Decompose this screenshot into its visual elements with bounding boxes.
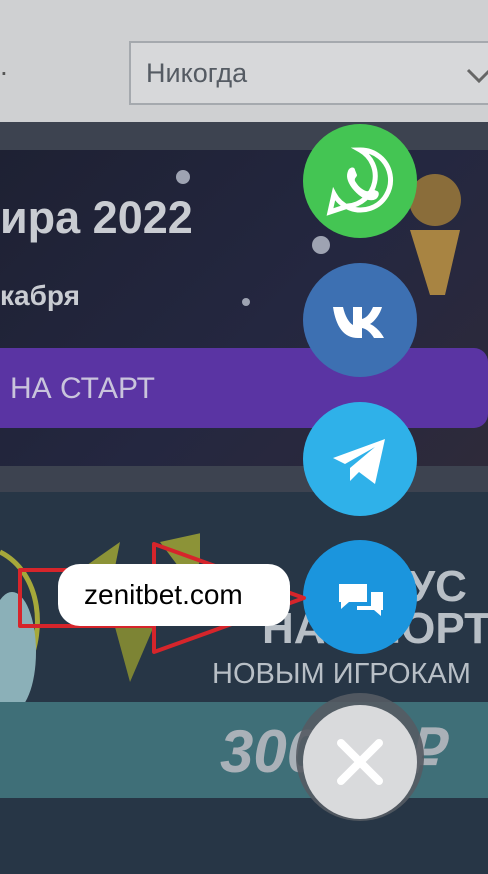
event-date: кабря — [0, 280, 80, 311]
chevron-down-icon — [466, 68, 488, 84]
bokeh-light — [176, 170, 190, 184]
bonus-subheading: НОВЫМ ИГРОКАМ — [212, 658, 471, 690]
bokeh-light — [242, 298, 250, 306]
chat-button[interactable] — [303, 540, 417, 654]
whatsapp-icon — [326, 147, 393, 216]
close-button[interactable] — [303, 705, 417, 819]
bokeh-light — [312, 236, 330, 254]
event-title: ира 2022 — [0, 192, 193, 243]
settings-bar: . Никогда — [0, 0, 488, 123]
frequency-select[interactable]: Никогда — [129, 41, 488, 105]
close-icon — [337, 739, 383, 785]
site-label: zenitbet.com — [58, 564, 290, 626]
telegram-button[interactable] — [303, 402, 417, 516]
start-button-label: НА СТАРТ — [10, 372, 156, 405]
chat-icon — [339, 584, 383, 616]
frequency-select-value: Никогда — [146, 58, 248, 88]
settings-label-fragment: . — [0, 50, 8, 81]
vk-icon — [333, 307, 384, 338]
whatsapp-button[interactable] — [303, 124, 417, 238]
site-label-text: zenitbet.com — [84, 579, 243, 610]
telegram-icon — [333, 439, 385, 484]
vk-button[interactable] — [303, 263, 417, 377]
